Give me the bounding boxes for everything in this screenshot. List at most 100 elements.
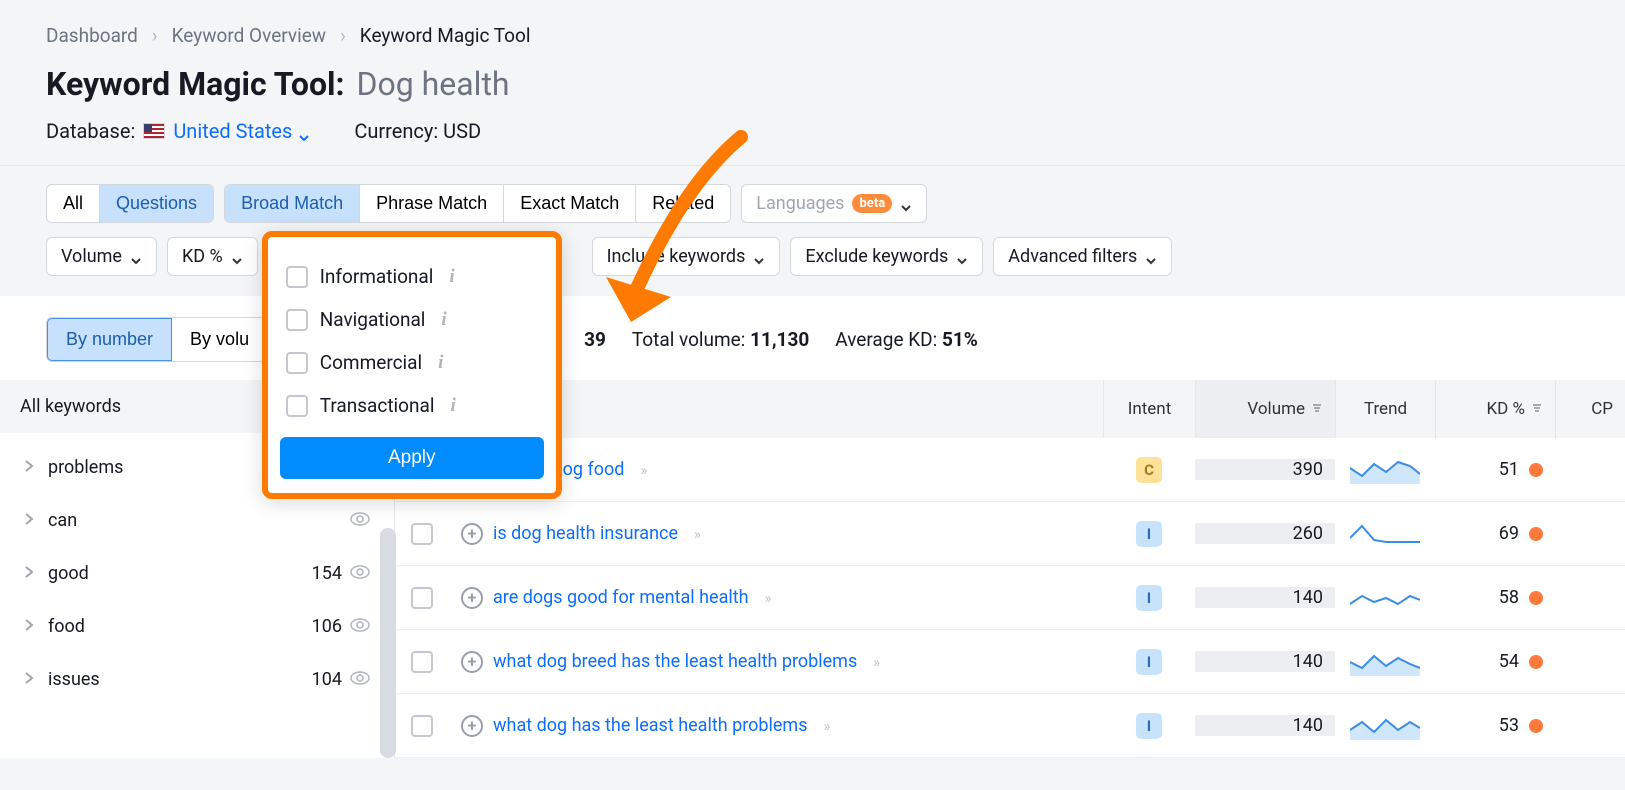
database-selector[interactable]: United States: [173, 119, 310, 143]
open-arrows-icon[interactable]: ››: [694, 525, 699, 543]
keyword-link[interactable]: what dog has the least health problems: [493, 715, 808, 736]
kd-cell: 53: [1435, 715, 1555, 736]
col-trend[interactable]: Trend: [1335, 380, 1435, 438]
volume-filter-label: Volume: [61, 246, 122, 267]
segment-phrase[interactable]: Phrase Match: [360, 185, 504, 222]
intent-option-label: Informational: [320, 265, 434, 288]
sidebar-item[interactable]: issues 104: [0, 653, 394, 706]
info-icon[interactable]: i: [441, 309, 446, 331]
intent-badge: I: [1136, 649, 1162, 675]
chevron-right-icon: [24, 563, 34, 584]
segment-related[interactable]: Related: [636, 185, 730, 222]
tab-by-volume[interactable]: By volu: [172, 318, 267, 361]
trend-sparkline: [1350, 456, 1420, 484]
sidebar-item[interactable]: good 154: [0, 547, 394, 600]
row-checkbox[interactable]: [411, 523, 433, 545]
col-kd[interactable]: KD %: [1435, 380, 1555, 438]
info-icon[interactable]: i: [450, 395, 455, 417]
chevron-down-icon: [753, 251, 765, 263]
segment-questions[interactable]: Questions: [100, 185, 213, 222]
open-arrows-icon[interactable]: ››: [640, 461, 645, 479]
chevron-right-icon: [24, 457, 34, 478]
chevron-down-icon: [956, 251, 968, 263]
col-volume[interactable]: Volume: [1195, 380, 1335, 438]
exclude-keywords-filter[interactable]: Exclude keywords: [790, 237, 983, 276]
intent-dropdown-popup: Informational i Navigational i Commercia…: [262, 231, 562, 499]
total-volume: Total volume: 11,130: [632, 328, 809, 351]
trend-sparkline: [1350, 520, 1420, 548]
sidebar-item-count: 106: [312, 616, 342, 637]
breadcrumb-dashboard[interactable]: Dashboard: [46, 24, 138, 47]
sidebar-item-label: issues: [48, 669, 100, 690]
advanced-filter-label: Advanced filters: [1008, 246, 1137, 267]
info-icon[interactable]: i: [438, 352, 443, 374]
keyword-link[interactable]: are dogs good for mental health: [493, 587, 749, 608]
add-keyword-icon[interactable]: +: [461, 651, 483, 673]
checkbox[interactable]: [286, 309, 308, 331]
languages-label: Languages: [756, 193, 844, 214]
col-cp[interactable]: CP: [1555, 380, 1625, 438]
eye-icon: [350, 616, 370, 637]
trend-sparkline: [1350, 584, 1420, 612]
open-arrows-icon[interactable]: ››: [765, 589, 770, 607]
kd-filter[interactable]: KD %: [167, 237, 258, 276]
checkbox[interactable]: [286, 266, 308, 288]
col-intent[interactable]: Intent: [1103, 380, 1195, 438]
chevron-down-icon: [130, 251, 142, 263]
segment-broad[interactable]: Broad Match: [225, 185, 360, 222]
intent-option-transactional[interactable]: Transactional i: [280, 384, 544, 427]
add-keyword-icon[interactable]: +: [461, 587, 483, 609]
keyword-link[interactable]: is dog health insurance: [493, 523, 678, 544]
open-arrows-icon[interactable]: ››: [824, 717, 829, 735]
beta-badge: beta: [852, 194, 892, 213]
row-checkbox[interactable]: [411, 715, 433, 737]
kd-cell: 51: [1435, 459, 1555, 480]
segment-all[interactable]: All: [47, 185, 100, 222]
eye-icon: [350, 563, 370, 584]
keyword-table: Intent Volume Trend KD % CP: [395, 380, 1625, 758]
advanced-filters[interactable]: Advanced filters: [993, 237, 1172, 276]
add-keyword-icon[interactable]: +: [461, 523, 483, 545]
average-kd: Average KD: 51%: [835, 328, 978, 351]
segment-exact[interactable]: Exact Match: [504, 185, 636, 222]
sidebar-item[interactable]: can: [0, 494, 394, 547]
average-kd-label: Average KD:: [835, 328, 937, 351]
chevron-down-icon: [231, 251, 243, 263]
exclude-filter-label: Exclude keywords: [805, 246, 948, 267]
total-volume-label: Total volume:: [632, 328, 745, 351]
intent-badge: C: [1136, 457, 1162, 483]
checkbox[interactable]: [286, 395, 308, 417]
table-row: + what dog has the least health problems…: [395, 694, 1625, 758]
col-volume-label: Volume: [1247, 399, 1305, 419]
include-keywords-filter[interactable]: Include keywords: [592, 237, 781, 276]
kd-filter-label: KD %: [182, 246, 223, 267]
sidebar-item-label: problems: [48, 457, 123, 478]
scrollbar[interactable]: [380, 528, 396, 758]
kd-dot-icon: [1529, 719, 1543, 733]
languages-filter[interactable]: Languages beta: [741, 184, 927, 223]
intent-option-navigational[interactable]: Navigational i: [280, 298, 544, 341]
groupby-tabs: By number By volu: [46, 317, 268, 362]
tab-by-number[interactable]: By number: [46, 317, 173, 362]
row-checkbox[interactable]: [411, 587, 433, 609]
volume-cell: 140: [1195, 587, 1335, 608]
add-keyword-icon[interactable]: +: [461, 715, 483, 737]
page-title: Keyword Magic Tool:: [46, 65, 345, 103]
apply-button[interactable]: Apply: [280, 437, 544, 479]
checkbox[interactable]: [286, 352, 308, 374]
row-checkbox[interactable]: [411, 651, 433, 673]
volume-filter[interactable]: Volume: [46, 237, 157, 276]
intent-badge: I: [1136, 585, 1162, 611]
intent-option-commercial[interactable]: Commercial i: [280, 341, 544, 384]
sidebar-item-label: good: [48, 563, 89, 584]
open-arrows-icon[interactable]: ››: [873, 653, 878, 671]
sidebar-item[interactable]: food 106: [0, 600, 394, 653]
average-kd-value: 51%: [942, 328, 978, 351]
sidebar-item-label: can: [48, 510, 77, 531]
keyword-link[interactable]: what dog breed has the least health prob…: [493, 651, 857, 672]
info-icon[interactable]: i: [449, 266, 454, 288]
sidebar-item-label: food: [48, 616, 85, 637]
intent-option-informational[interactable]: Informational i: [280, 255, 544, 298]
breadcrumb-overview[interactable]: Keyword Overview: [172, 24, 326, 47]
table-row: + is dog health insurance ›› I 260 69: [395, 502, 1625, 566]
